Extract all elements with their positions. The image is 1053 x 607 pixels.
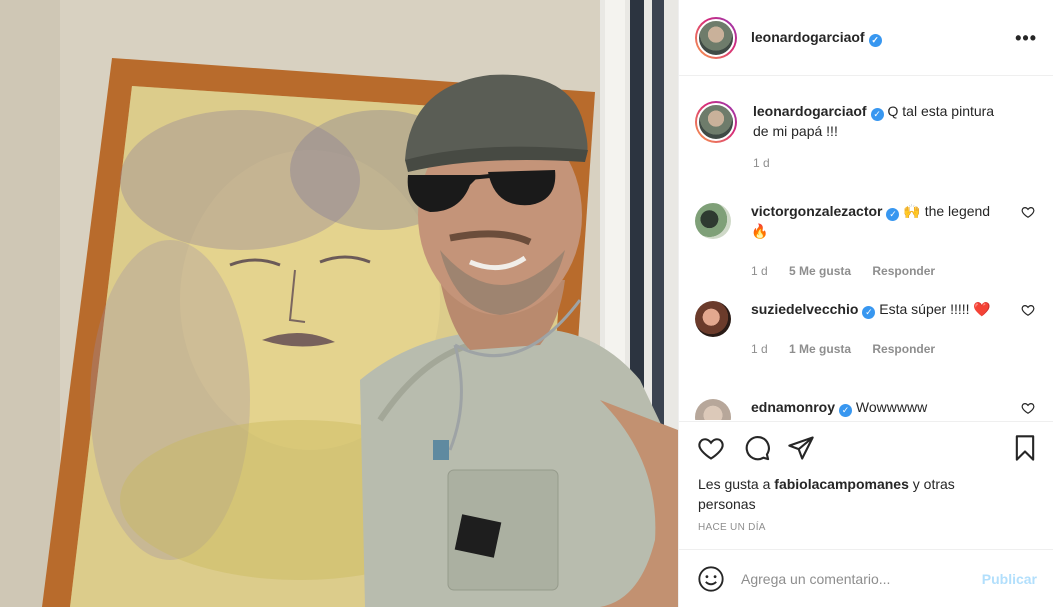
save-bookmark-icon[interactable] xyxy=(1011,434,1039,462)
like-heart-icon[interactable] xyxy=(697,434,725,462)
comment-time[interactable]: 1 d xyxy=(751,264,768,278)
comment-avatar[interactable] xyxy=(695,203,731,239)
reply-button[interactable]: Responder xyxy=(872,264,935,278)
post-actions: Les gusta a fabiolacampomanes y otras pe… xyxy=(679,421,1053,549)
caption-username[interactable]: leonardogarciaof xyxy=(753,103,867,119)
post-photo[interactable] xyxy=(0,0,678,607)
caption-time[interactable]: 1 d xyxy=(753,156,770,170)
post-timestamp[interactable]: HACE UN DÍA xyxy=(698,522,766,533)
publish-button[interactable]: Publicar xyxy=(982,571,1037,587)
like-comment-heart-icon[interactable] xyxy=(1021,401,1035,415)
caption: leonardogarciaof ✓ Q tal esta pintura de … xyxy=(695,101,1037,173)
verified-badge-icon: ✓ xyxy=(886,208,900,221)
reply-button[interactable]: Responder xyxy=(872,342,935,356)
likes-prefix: Les gusta a xyxy=(698,476,771,492)
comment-item: suziedelvecchio ✓ Esta súper !!!!! ❤️ 1 d… xyxy=(695,299,1037,359)
more-options-icon[interactable]: ••• xyxy=(1015,28,1037,49)
verified-badge-icon: ✓ xyxy=(868,33,882,47)
comment-input[interactable] xyxy=(741,570,982,587)
post-header: leonardogarciaof ✓ ••• xyxy=(679,0,1053,76)
likes-user[interactable]: fabiolacampomanes xyxy=(774,476,909,492)
comment-text: Esta súper !!!!! ❤️ xyxy=(879,301,991,317)
comment-likes[interactable]: 5 Me gusta xyxy=(789,264,851,278)
verified-badge-icon: ✓ xyxy=(839,404,853,417)
post-photo-art xyxy=(0,0,678,607)
comment-username[interactable]: suziedelvecchio xyxy=(751,301,858,317)
comments-list[interactable]: leonardogarciaof ✓ Q tal esta pintura de … xyxy=(679,77,1053,420)
verified-badge-icon: ✓ xyxy=(862,306,876,319)
share-send-icon[interactable] xyxy=(787,434,815,462)
comment-item: ednamonroy ✓ Wowwwww xyxy=(695,397,1037,420)
comment-avatar[interactable] xyxy=(695,301,731,337)
add-comment-bar: Publicar xyxy=(679,549,1053,607)
like-comment-heart-icon[interactable] xyxy=(1021,303,1035,317)
profile-avatar[interactable] xyxy=(695,16,737,59)
emoji-icon[interactable] xyxy=(697,565,725,593)
verified-badge-icon: ✓ xyxy=(870,108,884,121)
comment-username[interactable]: victorgonzalezactor xyxy=(751,203,882,219)
post-username-text[interactable]: leonardogarciaof xyxy=(751,29,865,45)
likes-summary: Les gusta a fabiolacampomanes y otras pe… xyxy=(698,474,958,514)
comment-likes[interactable]: 1 Me gusta xyxy=(789,342,851,356)
caption-avatar[interactable] xyxy=(695,101,737,143)
comment-text: Wowwwww xyxy=(855,399,928,415)
comment-bubble-icon[interactable] xyxy=(743,434,771,462)
post-username[interactable]: leonardogarciaof ✓ xyxy=(751,29,882,47)
comment-username[interactable]: ednamonroy xyxy=(751,399,835,415)
comment-time[interactable]: 1 d xyxy=(751,342,768,356)
comment-avatar[interactable] xyxy=(695,399,731,420)
post-panel: leonardogarciaof ✓ ••• leonardogarciaof ✓ … xyxy=(678,0,1053,607)
comment-item: victorgonzalezactor ✓ 🙌 the legend🔥 1 d 5… xyxy=(695,201,1037,281)
like-comment-heart-icon[interactable] xyxy=(1021,205,1035,219)
